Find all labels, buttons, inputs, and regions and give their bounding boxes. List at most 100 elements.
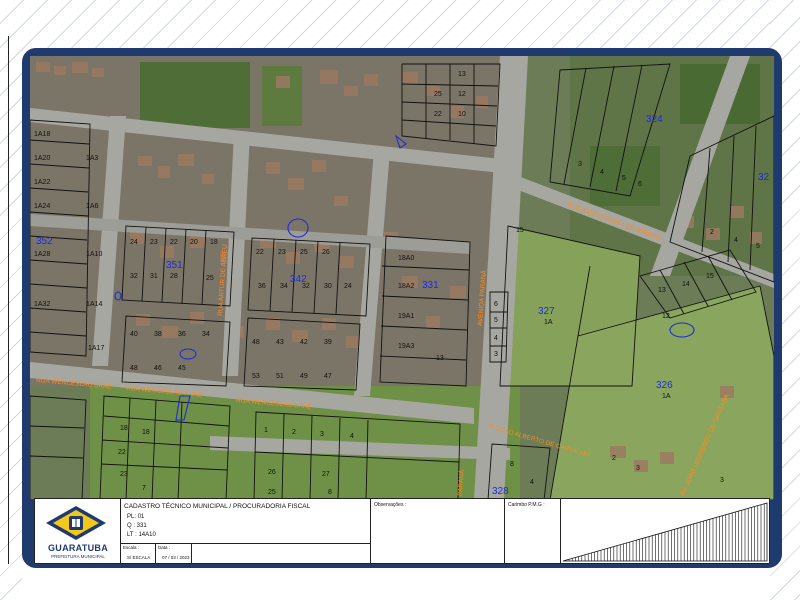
svg-text:1A22: 1A22	[34, 179, 50, 186]
svg-text:36: 36	[258, 283, 266, 290]
svg-text:51: 51	[276, 373, 284, 380]
svg-text:18A2: 18A2	[398, 283, 414, 290]
svg-text:48: 48	[252, 339, 260, 346]
svg-text:4: 4	[530, 479, 534, 486]
svg-text:1A17: 1A17	[88, 345, 104, 352]
svg-text:48: 48	[130, 365, 138, 372]
svg-text:25: 25	[206, 275, 214, 282]
quadra-field: Q : 331	[127, 523, 147, 529]
svg-text:5: 5	[622, 175, 626, 182]
svg-text:3: 3	[494, 351, 498, 358]
svg-text:39: 39	[324, 339, 332, 346]
svg-text:20: 20	[190, 239, 198, 246]
data-value: 07 / 03 / 2023	[162, 555, 190, 560]
svg-text:2: 2	[292, 429, 296, 436]
document-title: CADASTRO TÉCNICO MUNICIPAL / PROCURADORI…	[124, 503, 311, 510]
svg-text:8: 8	[510, 461, 514, 468]
svg-text:1A3: 1A3	[86, 155, 99, 162]
drawing-sheet: 13 25 12 22 10 1A18 1A20 1A22 1A24 1A28 1A32 1A3 1…	[0, 0, 800, 600]
svg-text:38: 38	[154, 331, 162, 338]
svg-text:28: 28	[170, 273, 178, 280]
svg-text:4: 4	[494, 335, 498, 342]
carimbo-cell: Carimbo P.M.G :	[505, 499, 561, 563]
svg-text:1A28: 1A28	[34, 251, 50, 258]
svg-text:26: 26	[322, 249, 330, 256]
svg-text:14: 14	[682, 281, 690, 288]
svg-text:4: 4	[734, 237, 738, 244]
svg-text:1A24: 1A24	[34, 203, 50, 210]
quadra-label: 331	[422, 280, 439, 291]
svg-text:46: 46	[154, 365, 162, 372]
svg-text:32: 32	[130, 273, 138, 280]
page-edge	[8, 36, 9, 564]
svg-text:6: 6	[638, 181, 642, 188]
svg-text:1A32: 1A32	[34, 301, 50, 308]
vegetation-patch	[140, 62, 250, 128]
svg-text:1A6: 1A6	[86, 203, 99, 210]
svg-text:22: 22	[256, 249, 264, 256]
quadra-label: 352	[36, 236, 53, 247]
svg-text:3: 3	[720, 477, 724, 484]
svg-text:34: 34	[202, 331, 210, 338]
svg-text:12: 12	[458, 91, 466, 98]
svg-text:22: 22	[434, 111, 442, 118]
svg-text:1A18: 1A18	[34, 131, 50, 138]
svg-text:24: 24	[130, 239, 138, 246]
svg-text:18: 18	[120, 425, 128, 432]
aerial-map[interactable]: 13 25 12 22 10 1A18 1A20 1A22 1A24 1A28 1A32 1A3 1…	[30, 56, 774, 500]
svg-text:3: 3	[320, 431, 324, 438]
svg-text:53: 53	[252, 373, 260, 380]
svg-text:2: 2	[612, 455, 616, 462]
svg-text:45: 45	[178, 365, 186, 372]
info-cell: CADASTRO TÉCNICO MUNICIPAL / PROCURADORI…	[121, 499, 371, 563]
observacoes-cell: Observações :	[371, 499, 505, 563]
svg-text:19A3: 19A3	[398, 343, 414, 350]
lot-label-327: 1A	[544, 319, 553, 326]
svg-text:5: 5	[494, 317, 498, 324]
svg-text:23: 23	[150, 239, 158, 246]
map-frame: 13 25 12 22 10 1A18 1A20 1A22 1A24 1A28 1A32 1A3 1…	[22, 48, 782, 568]
svg-text:24: 24	[344, 283, 352, 290]
svg-text:23: 23	[278, 249, 286, 256]
quadra-label: 351	[166, 260, 183, 271]
svg-text:23: 23	[120, 471, 128, 478]
svg-text:26: 26	[268, 469, 276, 476]
svg-text:18: 18	[142, 429, 150, 436]
svg-text:19A1: 19A1	[398, 313, 414, 320]
divider	[191, 543, 192, 563]
hatched-scale-wedge	[562, 502, 768, 562]
svg-text:12: 12	[662, 313, 670, 320]
svg-text:2: 2	[710, 229, 714, 236]
svg-text:1A20: 1A20	[34, 155, 50, 162]
svg-text:4: 4	[350, 433, 354, 440]
data-label: Data :	[158, 545, 171, 550]
title-block: GUARATUBA PREFEITURA MUNICIPAL CADASTRO …	[34, 498, 770, 564]
pl-field: PL: 01	[127, 514, 145, 520]
svg-text:15: 15	[516, 227, 524, 234]
hatch-background-top	[0, 0, 800, 52]
carimbo-label: Carimbo P.M.G :	[508, 502, 545, 508]
svg-text:31: 31	[150, 273, 158, 280]
svg-text:4: 4	[600, 169, 604, 176]
logo-subtitle: PREFEITURA MUNICIPAL	[51, 554, 105, 559]
svg-text:18A0: 18A0	[398, 255, 414, 262]
quadra-label: 342	[290, 274, 307, 285]
svg-text:40: 40	[130, 331, 138, 338]
svg-text:25: 25	[268, 489, 276, 496]
svg-text:10: 10	[458, 111, 466, 118]
logo-name: GUARATUBA	[47, 543, 109, 553]
hatched-bar-cell	[561, 499, 769, 563]
svg-text:3: 3	[636, 465, 640, 472]
svg-text:3: 3	[578, 161, 582, 168]
svg-text:22: 22	[118, 449, 126, 456]
divider	[155, 543, 156, 563]
svg-text:13: 13	[436, 355, 444, 362]
svg-text:34: 34	[280, 283, 288, 290]
observacoes-label: Observações :	[374, 502, 407, 508]
logo-cell: GUARATUBA PREFEITURA MUNICIPAL	[35, 499, 121, 563]
svg-text:30: 30	[324, 283, 332, 290]
hatch-background-left	[0, 0, 22, 600]
svg-text:15: 15	[706, 273, 714, 280]
svg-text:13: 13	[458, 71, 466, 78]
lot-label-326: 1A	[662, 393, 671, 400]
